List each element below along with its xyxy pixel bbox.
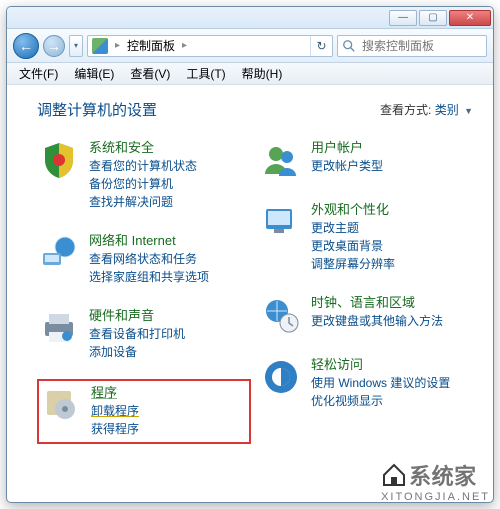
menu-view[interactable]: 查看(V) [124, 63, 176, 84]
category-ease-of-access[interactable]: 轻松访问 使用 Windows 建议的设置 优化视频显示 [259, 353, 473, 414]
category-link-uninstall[interactable]: 卸载程序 [91, 402, 139, 420]
category-title[interactable]: 外观和个性化 [311, 202, 395, 219]
search-icon [342, 39, 356, 53]
view-by-value: 类别 [435, 103, 459, 117]
category-link[interactable]: 查找并解决问题 [89, 193, 197, 211]
category-title[interactable]: 系统和安全 [89, 140, 197, 157]
category-title[interactable]: 网络和 Internet [89, 233, 209, 250]
view-by-label: 查看方式: [380, 103, 431, 117]
refresh-button[interactable]: ↻ [310, 36, 332, 56]
address-bar[interactable]: ▸ 控制面板 ▸ ↻ [87, 35, 333, 57]
clock-globe-icon [261, 295, 301, 335]
category-link[interactable]: 更改主题 [311, 219, 395, 237]
category-link[interactable]: 查看网络状态和任务 [89, 250, 209, 268]
category-link[interactable]: 调整屏幕分辨率 [311, 255, 395, 273]
close-button[interactable]: ✕ [449, 10, 491, 26]
category-link[interactable]: 备份您的计算机 [89, 175, 197, 193]
category-title[interactable]: 程序 [91, 385, 139, 402]
forward-button[interactable]: → [43, 35, 65, 57]
navbar: ← → ▾ ▸ 控制面板 ▸ ↻ [7, 29, 493, 63]
nav-history-dropdown[interactable]: ▾ [69, 35, 83, 57]
category-user-accounts[interactable]: 用户帐户 更改帐户类型 [259, 136, 473, 184]
appearance-icon [261, 202, 301, 242]
category-network-internet[interactable]: 网络和 Internet 查看网络状态和任务 选择家庭组和共享选项 [37, 229, 251, 290]
menubar: 文件(F) 编辑(E) 查看(V) 工具(T) 帮助(H) [7, 63, 493, 85]
category-clock-language[interactable]: 时钟、语言和区域 更改键盘或其他输入方法 [259, 291, 473, 339]
category-system-security[interactable]: 系统和安全 查看您的计算机状态 备份您的计算机 查找并解决问题 [37, 136, 251, 215]
control-panel-window: — ▢ ✕ ← → ▾ ▸ 控制面板 ▸ ↻ 文件(F) 编辑(E) 查看(V)… [6, 6, 494, 503]
category-title[interactable]: 用户帐户 [311, 140, 383, 157]
content-header: 调整计算机的设置 查看方式: 类别 ▼ [37, 99, 473, 120]
category-link[interactable]: 使用 Windows 建议的设置 [311, 374, 450, 392]
category-link[interactable]: 选择家庭组和共享选项 [89, 268, 209, 286]
category-link[interactable]: 更改键盘或其他输入方法 [311, 312, 443, 330]
search-input[interactable] [360, 38, 486, 54]
category-appearance[interactable]: 外观和个性化 更改主题 更改桌面背景 调整屏幕分辨率 [259, 198, 473, 277]
user-accounts-icon [261, 140, 301, 180]
breadcrumb-root[interactable]: 控制面板 [123, 37, 179, 54]
category-title[interactable]: 硬件和声音 [89, 308, 185, 325]
globe-network-icon [39, 233, 79, 273]
category-link-get-programs[interactable]: 获得程序 [91, 420, 139, 438]
minimize-button[interactable]: — [389, 10, 417, 26]
category-hardware-sound[interactable]: 硬件和声音 查看设备和打印机 添加设备 [37, 304, 251, 365]
page-title: 调整计算机的设置 [37, 99, 157, 120]
category-title[interactable]: 轻松访问 [311, 357, 450, 374]
shield-icon [39, 140, 79, 180]
ease-of-access-icon [261, 357, 301, 397]
category-link[interactable]: 添加设备 [89, 343, 185, 361]
printer-icon [39, 308, 79, 348]
breadcrumb-sep: ▸ [112, 40, 123, 51]
column-right: 用户帐户 更改帐户类型 外观和个性化 更改主题 更改桌面背景 调整屏幕分辨率 [259, 136, 473, 444]
content-area: 调整计算机的设置 查看方式: 类别 ▼ 系统和安全 查看您的计算机状态 备份您的… [7, 85, 493, 502]
category-programs[interactable]: 程序 卸载程序 获得程序 [37, 379, 251, 444]
back-button[interactable]: ← [13, 33, 39, 59]
programs-icon [41, 385, 81, 425]
category-title[interactable]: 时钟、语言和区域 [311, 295, 443, 312]
maximize-button[interactable]: ▢ [419, 10, 447, 26]
search-box[interactable] [337, 35, 487, 57]
category-link[interactable]: 更改帐户类型 [311, 157, 383, 175]
column-left: 系统和安全 查看您的计算机状态 备份您的计算机 查找并解决问题 网络和 Inte… [37, 136, 251, 444]
menu-tools[interactable]: 工具(T) [180, 63, 231, 84]
breadcrumb-sep: ▸ [179, 40, 190, 51]
menu-file[interactable]: 文件(F) [13, 63, 64, 84]
titlebar: — ▢ ✕ [7, 7, 493, 29]
category-link[interactable]: 查看设备和打印机 [89, 325, 185, 343]
menu-help[interactable]: 帮助(H) [236, 63, 289, 84]
category-link[interactable]: 更改桌面背景 [311, 237, 395, 255]
category-link[interactable]: 优化视频显示 [311, 392, 450, 410]
view-by-control[interactable]: 查看方式: 类别 ▼ [380, 101, 473, 118]
chevron-down-icon: ▼ [462, 106, 473, 116]
category-columns: 系统和安全 查看您的计算机状态 备份您的计算机 查找并解决问题 网络和 Inte… [37, 136, 473, 444]
menu-edit[interactable]: 编辑(E) [68, 63, 120, 84]
category-link[interactable]: 查看您的计算机状态 [89, 157, 197, 175]
control-panel-icon [92, 38, 108, 54]
